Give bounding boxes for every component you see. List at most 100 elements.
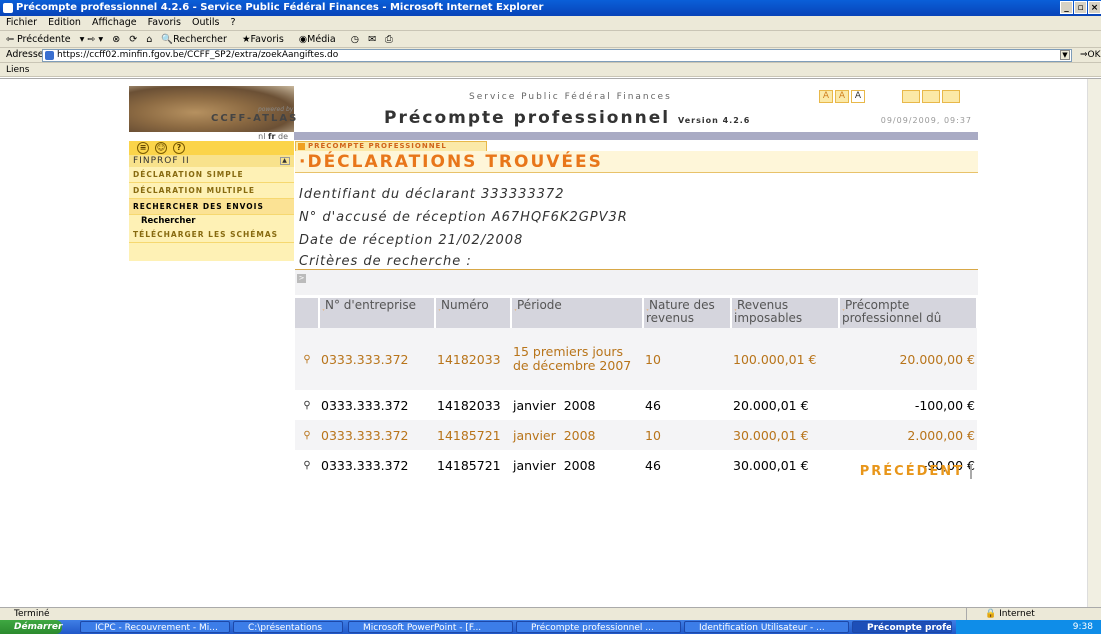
font-medium-button[interactable]: A xyxy=(835,90,849,103)
maximize-button[interactable]: ▫ xyxy=(1074,1,1087,14)
sidebar-item-declaration-multiple[interactable]: DÉCLARATION MULTIPLE xyxy=(129,183,294,199)
font-small-button[interactable]: A xyxy=(819,90,833,103)
chevron-down-icon[interactable]: ▼ xyxy=(1060,50,1070,60)
refresh-icon[interactable]: ⟳ xyxy=(129,34,137,45)
lang-de[interactable]: de xyxy=(278,132,288,141)
magnifier-icon[interactable]: ⚲ xyxy=(295,450,319,480)
task-powerpoint[interactable]: Microsoft PowerPoint - [F... xyxy=(348,621,513,633)
window-title: Précompte professionnel 4.2.6 - Service … xyxy=(16,2,544,13)
magnifier-icon[interactable]: ⚲ xyxy=(295,390,319,420)
language-switch: nl fr de xyxy=(129,132,294,141)
system-tray: 9:38 xyxy=(956,620,1101,634)
web-page: powered by CCFF-ATLAS Service Public Féd… xyxy=(129,86,978,556)
section-title: ·DÉCLARATIONS TROUVÉES xyxy=(295,151,978,173)
task-icpc[interactable]: ICPC - Recouvrement - Mi... xyxy=(80,621,230,633)
layout-2-button[interactable] xyxy=(922,90,940,103)
cell-periode: janvier 2008 xyxy=(513,397,596,413)
sidebar-item-declaration-simple[interactable]: DÉCLARATION SIMPLE xyxy=(129,167,294,183)
task-presentations[interactable]: C:\présentations xyxy=(233,621,343,633)
minimize-button[interactable]: _ xyxy=(1060,1,1073,14)
cell-entreprise: 0333.333.372 xyxy=(321,397,409,413)
taskbar: Démarrer ICPC - Recouvrement - Mi... C:\… xyxy=(0,620,1101,634)
header-numero[interactable]: ˯Numéro xyxy=(435,298,512,328)
task-identification[interactable]: Identification Utilisateur - ... xyxy=(684,621,849,633)
help-icon[interactable]: ? xyxy=(173,142,185,154)
links-bar: Liens xyxy=(0,63,1101,77)
sidebar-item-rechercher-envois[interactable]: RECHERCHER DES ENVOIS xyxy=(129,199,294,215)
home-icon[interactable]: ⌂ xyxy=(146,34,152,45)
address-label: Adresse xyxy=(6,49,44,60)
search-criteria-label: Critères de recherche : xyxy=(299,254,472,269)
header-nature[interactable]: ˯Nature des revenus xyxy=(643,298,732,328)
menu-help[interactable]: ? xyxy=(231,17,236,28)
book-icon[interactable]: ≡ xyxy=(137,142,149,154)
magnifier-icon[interactable]: ⚲ xyxy=(295,328,319,390)
header-precompte[interactable]: ˯Précompte professionnel dû xyxy=(839,298,978,328)
print-icon[interactable]: ⎙ xyxy=(385,34,393,45)
cell-numero: 14185721 xyxy=(435,420,511,450)
back-button[interactable]: ⇦ Précédente ▾ ⇨ ▾ xyxy=(6,34,103,45)
media-button[interactable]: ◉Média xyxy=(299,34,342,45)
date-time: 09/09/2009, 09:37 xyxy=(880,116,972,125)
header-entreprise[interactable]: ˯N° d'entreprise xyxy=(319,298,436,328)
expand-icon[interactable]: > xyxy=(297,274,306,283)
layout-buttons xyxy=(902,90,960,103)
cell-numero: 14185721 xyxy=(437,457,501,473)
history-icon[interactable]: ◷ xyxy=(351,34,359,45)
close-button[interactable]: × xyxy=(1088,1,1101,14)
table-row[interactable]: ⚲ 0333.333.372 14182033 janvier 2008 46 … xyxy=(295,390,977,420)
page-icon xyxy=(45,51,54,60)
cell-entreprise: 0333.333.372 xyxy=(321,457,409,473)
mail-icon[interactable]: ✉ xyxy=(368,34,376,45)
vertical-scrollbar[interactable] xyxy=(1087,79,1101,608)
menu-edition[interactable]: Edition xyxy=(48,17,81,28)
cell-precompte: -100,00 € xyxy=(914,397,975,413)
links-label[interactable]: Liens xyxy=(6,65,29,75)
toolbar: ⇦ Précédente ▾ ⇨ ▾ ⊗ ⟳ ⌂ 🔍Rechercher ★Fa… xyxy=(0,31,1101,48)
table-row[interactable]: ⚲ 0333.333.372 14182033 15 premiers jour… xyxy=(295,328,977,390)
search-button[interactable]: 🔍Rechercher xyxy=(161,34,233,45)
receipt-number: N° d'accusé de réception A67HQF6K2GPV3R xyxy=(299,210,628,225)
sidebar-sub-rechercher[interactable]: Rechercher xyxy=(129,215,294,227)
sidebar-item-telecharger[interactable]: TÉLÉCHARGER LES SCHÉMAS xyxy=(129,227,294,243)
cell-revenus: 20.000,01 € xyxy=(733,397,809,413)
version: Version 4.2.6 xyxy=(677,116,751,125)
layout-1-button[interactable] xyxy=(902,90,920,103)
previous-button[interactable]: PRÉCÉDENT xyxy=(860,464,972,479)
clock: 9:38 xyxy=(1072,622,1093,632)
cell-precompte: 2.000,00 € xyxy=(839,420,977,450)
cell-entreprise: 0333.333.372 xyxy=(319,420,435,450)
stop-icon[interactable]: ⊗ xyxy=(112,34,120,45)
lang-fr[interactable]: fr xyxy=(268,132,275,141)
header-blank xyxy=(295,298,320,328)
address-bar: Adresse https://ccff02.minfin.fgov.be/CC… xyxy=(0,48,1101,63)
go-button[interactable]: ⇒OK xyxy=(1080,48,1101,62)
ie-icon xyxy=(3,3,13,13)
collapse-icon[interactable]: ▲ xyxy=(280,157,290,165)
title-bar: Précompte professionnel 4.2.6 - Service … xyxy=(0,0,1101,16)
magnifier-icon[interactable]: ⚲ xyxy=(295,420,319,450)
lang-nl[interactable]: nl xyxy=(258,132,265,141)
receipt-date: Date de réception 21/02/2008 xyxy=(299,233,524,248)
table-row[interactable]: ⚲ 0333.333.372 14185721 janvier 2008 10 … xyxy=(295,420,977,450)
cell-precompte: 20.000,00 € xyxy=(839,328,977,390)
menu-favoris[interactable]: Favoris xyxy=(148,17,181,28)
cell-nature: 10 xyxy=(643,328,731,390)
task-precompte-active[interactable]: Précompte profession... xyxy=(852,621,952,633)
address-input[interactable]: https://ccff02.minfin.fgov.be/CCFF_SP2/e… xyxy=(42,49,1072,62)
font-large-button[interactable]: A xyxy=(851,90,865,103)
header-revenus[interactable]: ˯Revenus imposables xyxy=(731,298,840,328)
user-icon[interactable]: ☺ xyxy=(155,142,167,154)
check-icon xyxy=(298,143,305,150)
header-periode[interactable]: ˯Période xyxy=(511,298,644,328)
layout-3-button[interactable] xyxy=(942,90,960,103)
favorites-button[interactable]: ★Favoris xyxy=(242,34,290,45)
menu-affichage[interactable]: Affichage xyxy=(92,17,137,28)
task-precompte-1[interactable]: Précompte professionnel ... xyxy=(516,621,681,633)
breadcrumb: PRÉCOMPTE PROFESSIONNEL xyxy=(295,141,487,151)
service-name: Service Public Fédéral Finances xyxy=(469,92,672,102)
start-button[interactable]: Démarrer xyxy=(0,620,62,634)
menu-outils[interactable]: Outils xyxy=(192,17,219,28)
menu-fichier[interactable]: Fichier xyxy=(6,17,37,28)
cell-numero: 14182033 xyxy=(437,397,501,413)
